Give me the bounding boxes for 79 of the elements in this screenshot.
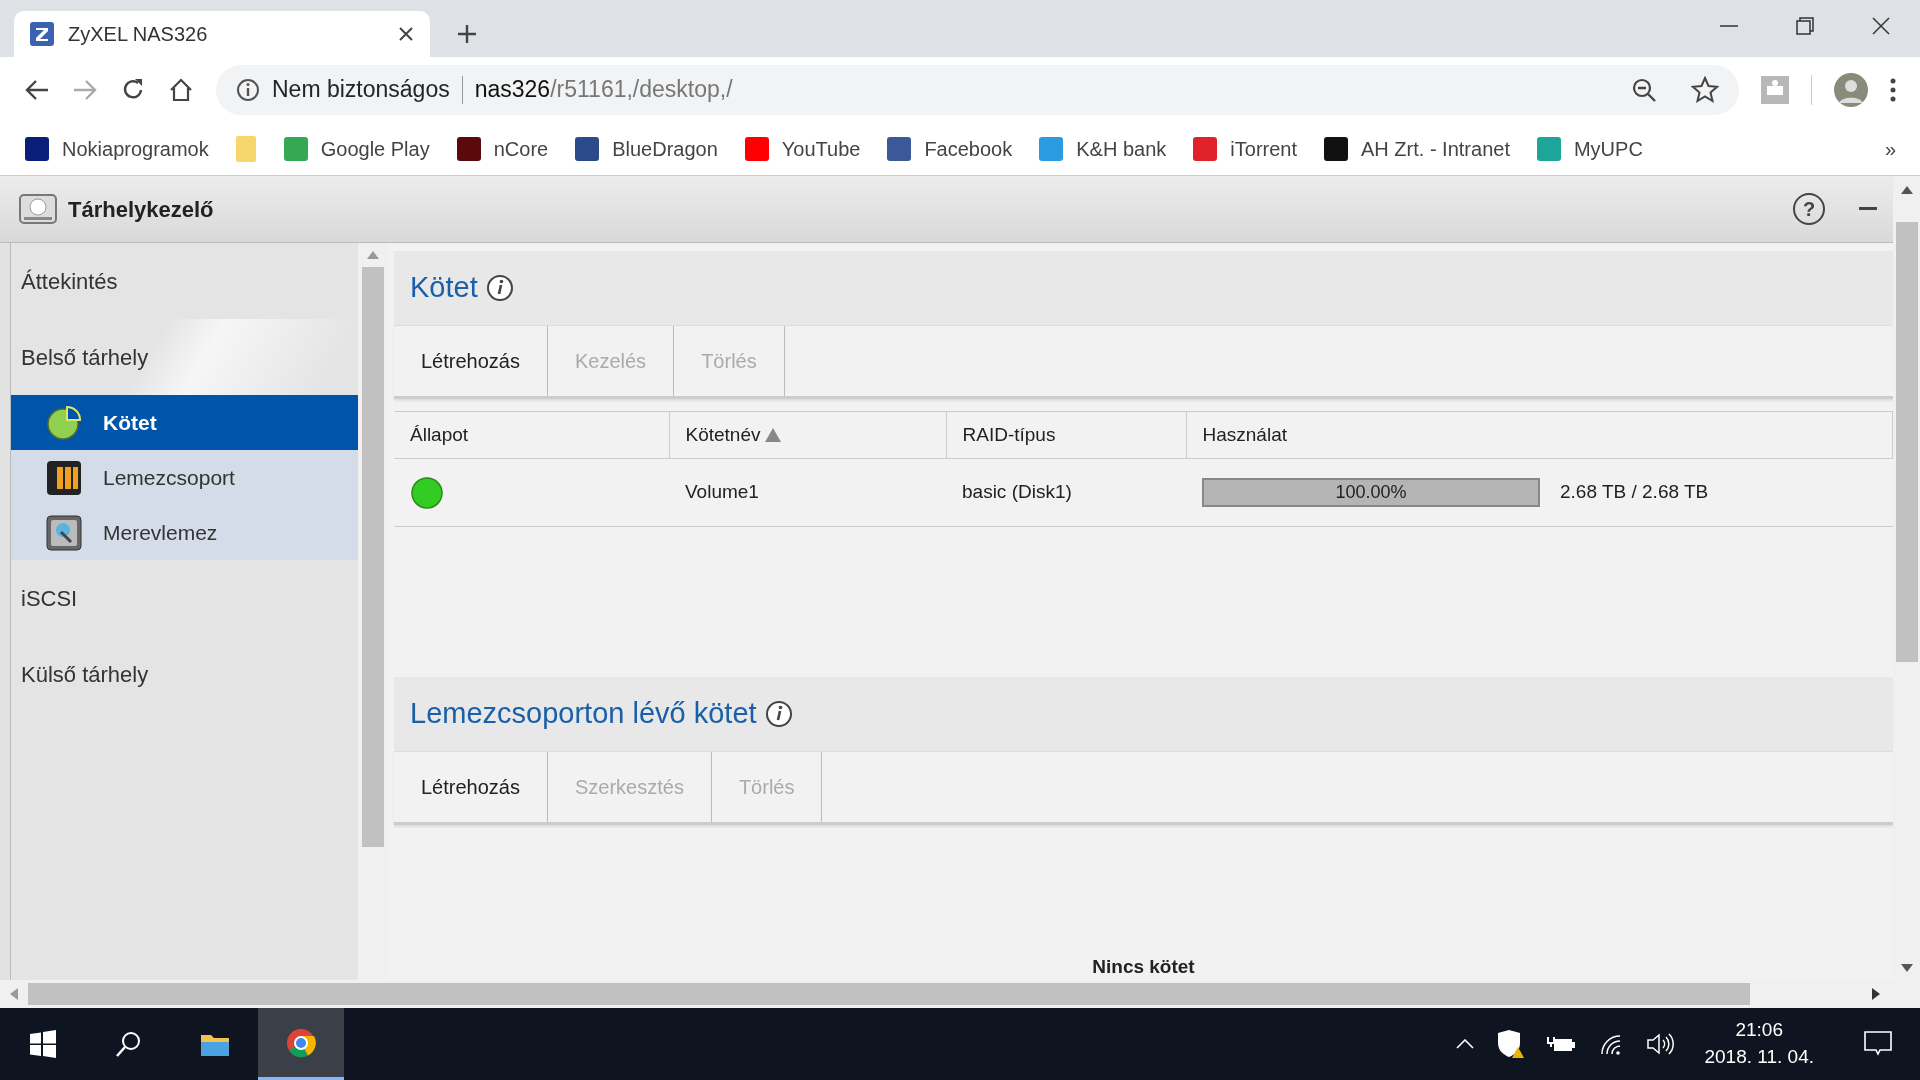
bookmark[interactable]: Facebook [886,133,1013,164]
bookmark[interactable]: Nokiaprogramok [24,133,209,164]
notification-icon[interactable] [1864,1031,1892,1057]
star-icon[interactable] [1691,75,1719,104]
bookmark[interactable]: MyUPC [1535,133,1643,164]
chrome-icon[interactable] [286,1027,316,1058]
plus-icon[interactable] [456,23,478,45]
sidebar-item[interactable]: iSCSI [11,560,358,636]
scrollbar[interactable] [0,980,1920,1008]
zoom-out-icon[interactable] [1631,76,1657,103]
close-icon[interactable] [1872,17,1890,35]
capacity-text: 2.68 TB / 2.68 TB [1560,480,1709,505]
column-header[interactable]: Használat [1186,411,1893,459]
scroll-down-icon[interactable] [1900,964,1913,972]
speaker-icon[interactable] [1646,1032,1675,1056]
bookmark-favicon-icon [282,135,309,162]
bookmark-favicon-icon [1192,135,1219,162]
table-cell: basic (Disk1) [946,458,1186,527]
bookmark-favicon-icon [886,135,913,162]
bookmark[interactable]: K&H bank [1038,133,1167,164]
sidebar-item[interactable]: Áttekintés [11,243,358,319]
scrollbar[interactable] [1893,176,1920,980]
close-icon[interactable] [398,26,414,42]
sidebar-subitem[interactable]: Kötet [11,395,358,450]
scrollbar[interactable] [358,243,388,980]
bookmark-favicon-icon [1323,135,1349,162]
help-button[interactable]: ? [1793,193,1825,225]
bookmark[interactable]: BlueDragon [574,133,718,164]
menu-icon[interactable] [1890,77,1896,102]
clock-time[interactable]: 21:06 [1735,1017,1783,1044]
section-title: Lemezcsoporton lévő kötet [410,696,757,732]
section-title: Kötet [410,270,478,306]
info-icon[interactable] [764,700,793,728]
z-logo-icon [30,22,54,46]
bookmark[interactable]: iTorrent [1192,133,1297,164]
back-arrow-icon[interactable] [24,77,50,102]
bookmark[interactable]: AH Zrt. - Intranet [1323,133,1510,164]
bookmark-favicon-icon [1535,135,1562,162]
bookmark-favicon-icon [455,135,482,162]
chevron-up-icon[interactable] [1456,1039,1475,1049]
sidebar-item[interactable]: Külső tárhely [11,636,358,712]
bookmark[interactable]: YouTube [743,133,861,164]
avatar-icon[interactable] [1834,72,1868,107]
column-header[interactable]: RAID-típus [946,411,1186,459]
tab-title: ZyXEL NAS326 [68,22,209,47]
info-icon [236,77,260,102]
bookmark[interactable]: nCore [455,133,549,164]
windows-start-icon[interactable] [28,1029,58,1059]
bookmark[interactable]: Google Play [282,133,430,164]
action-tab[interactable]: Létrehozás [394,752,548,822]
scroll-right-icon[interactable] [1872,988,1880,1000]
progress-bar: 100.00% [1202,478,1540,507]
table-cell: Volume1 [669,458,946,527]
more-bookmarks-button[interactable]: » [1884,133,1896,164]
home-icon[interactable] [168,76,194,103]
column-header[interactable]: Kötetnév [669,411,946,459]
scroll-up-icon[interactable] [1900,186,1913,194]
clock-date[interactable]: 2018. 11. 04. [1704,1044,1814,1071]
hard-drive-icon [18,191,58,227]
sidebar-subitem[interactable]: Merevlemez [11,505,358,560]
minimize-icon[interactable] [1859,207,1877,211]
action-tab[interactable]: Létrehozás [394,326,548,396]
security-label: Nem biztonságos [272,75,450,105]
shield-warning-icon[interactable] [1496,1029,1525,1059]
drive-bays-icon [45,458,83,497]
bookmark-favicon-icon [24,135,50,162]
app-title: Tárhelykezelő [68,195,214,224]
browser-tab[interactable]: ZyXEL NAS326 [14,11,430,57]
url-text: nas326/r51161,/desktop,/ [474,75,733,105]
info-icon[interactable] [485,274,514,302]
restore-icon[interactable] [1796,17,1814,35]
empty-message: Nincs kötet [1092,956,1195,977]
pie-chart-icon [45,403,83,442]
address-bar[interactable]: Nem biztonságos nas326/r51161,/desktop,/ [216,64,1739,115]
column-header[interactable]: Állapot [394,411,669,459]
bookmark-favicon-icon [1038,135,1065,162]
bookmark-favicon-icon [743,135,770,162]
sidebar-subitem[interactable]: Lemezcsoport [11,450,358,505]
bookmark-favicon-icon [574,135,601,162]
